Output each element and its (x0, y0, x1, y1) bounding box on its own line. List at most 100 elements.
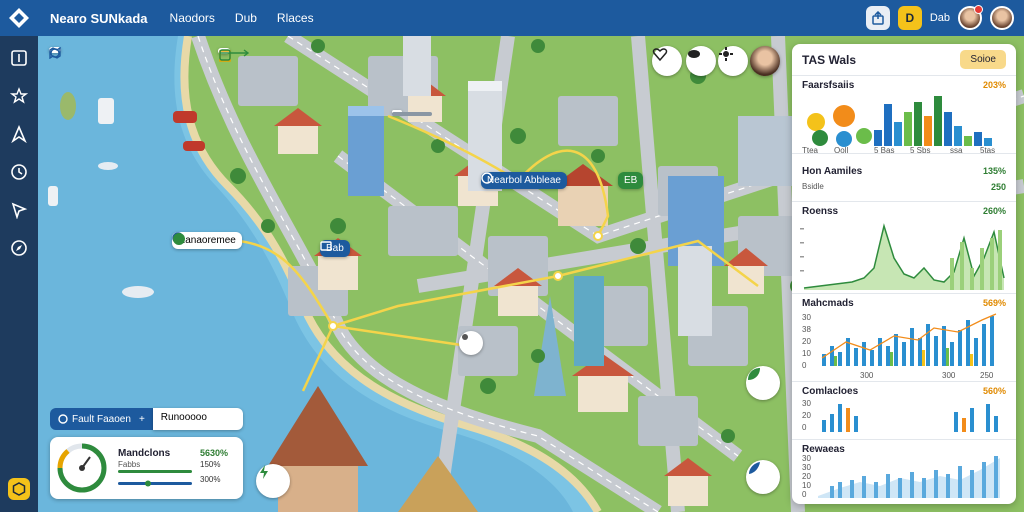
locate-button[interactable] (746, 366, 780, 400)
share-button[interactable] (865, 6, 890, 30)
bubble-mark (807, 113, 825, 131)
sidebar-item-routes[interactable] (6, 122, 32, 146)
bar-mark (910, 472, 914, 498)
section-mahcmads: Mahcmads 569% 30 38 20 10 0 300 300 250 (792, 294, 1016, 382)
bar-mark (946, 348, 949, 366)
bar-mark (934, 470, 938, 498)
flower-icon (462, 334, 468, 340)
bar-mark (878, 338, 882, 366)
section-title: Roenss (802, 206, 839, 217)
layers-button[interactable] (686, 46, 716, 76)
tick-label: 10 (802, 349, 811, 358)
bar-mark (950, 258, 954, 290)
poi-marker[interactable] (459, 331, 483, 355)
sidebar-item-history[interactable] (6, 160, 32, 184)
tick-label: 30 (802, 463, 811, 472)
tick-label: 30 (802, 399, 811, 408)
star-icon (10, 87, 28, 104)
bar-mark (854, 416, 858, 432)
bar-mark (944, 112, 952, 146)
map-mini-label[interactable] (392, 110, 432, 116)
small-badge-text: EB (624, 175, 638, 186)
bar-mark (886, 346, 890, 366)
navigate-button[interactable] (746, 460, 780, 494)
location-label-text: Ranaoremee (178, 235, 236, 246)
bubble-mark (812, 130, 828, 146)
transit-button[interactable] (256, 464, 290, 498)
settings-icon (719, 47, 733, 61)
section-comlacloes: Comlacloes 560% 30 20 0 (792, 382, 1016, 440)
bar-mark (902, 342, 906, 366)
top-bar: Nearo SUNkada Naodors Dub Rlaces D Dab (0, 0, 1024, 36)
top-nav: Naodors Dub Rlaces (170, 11, 314, 25)
tick-label: 0 (802, 490, 807, 499)
section-sub-value: 250 (990, 182, 1006, 192)
nav-item[interactable]: Dub (235, 11, 257, 25)
nav-item[interactable]: Rlaces (277, 11, 314, 25)
bar-mark (964, 136, 972, 146)
bar-mark (980, 248, 984, 290)
bar-mark (970, 470, 974, 498)
small-badge[interactable]: EB (618, 172, 644, 189)
app-title: Nearo SUNkada (50, 10, 148, 26)
avatar[interactable] (750, 46, 780, 76)
avatar[interactable] (958, 5, 983, 30)
widget-value: 5630% (200, 448, 229, 458)
clock-icon (11, 164, 27, 180)
map-mode-toggle[interactable] (49, 47, 61, 59)
section-chart: 30 20 0 (802, 399, 998, 432)
hexagon-icon (12, 482, 26, 496)
sidebar-settings-button[interactable] (8, 478, 30, 500)
badge-label: D (905, 11, 915, 25)
sidebar-item-explore[interactable] (6, 84, 32, 108)
bar-mark (838, 352, 842, 366)
distance-icon (220, 49, 250, 57)
sidebar-item-layers[interactable] (6, 46, 32, 70)
location-label-left[interactable]: Ranaoremee (172, 232, 242, 249)
widget-more[interactable]: Runooooo (152, 408, 243, 430)
bubble-mark (836, 131, 852, 147)
tick-label: 20 (802, 472, 811, 481)
app-logo[interactable] (0, 0, 38, 36)
bar-mark (862, 476, 866, 498)
bar-mark (950, 342, 954, 366)
tick-label: Ttea (802, 146, 819, 154)
bar-mark (884, 104, 892, 146)
bar-mark (994, 456, 998, 498)
bar-mark (838, 404, 842, 432)
bar-mark (862, 342, 866, 366)
cursor-icon (11, 202, 28, 219)
bar-mark (890, 352, 893, 366)
dashboard-badge[interactable]: D (897, 6, 922, 30)
widget-tag[interactable]: Fault Faaoen + (50, 408, 153, 430)
avatar[interactable] (990, 6, 1014, 30)
favorite-button[interactable] (652, 46, 682, 76)
location-label-mid[interactable]: Bab (320, 240, 350, 257)
bar-mark (874, 130, 882, 146)
tick-label: 250 (980, 371, 994, 380)
bubble-mark (856, 128, 872, 144)
user-label: Dab (929, 12, 950, 24)
bar-mark (942, 326, 946, 366)
bar-mark (914, 102, 922, 146)
tick-label: 0 (802, 361, 807, 370)
bar-mark (830, 486, 834, 498)
bottom-stats-widget: Mandclons 5630% Fabbs 150% 300% (50, 437, 243, 499)
bottom-widget-header: Fault Faaoen + Runooooo (50, 408, 243, 430)
sidebar-item-pointer[interactable] (6, 198, 32, 222)
section-title: Hon Aamiles (802, 166, 863, 177)
label-bar-icon (392, 112, 432, 116)
nav-item[interactable]: Naodors (170, 11, 215, 25)
bar-mark (898, 478, 902, 498)
map-tools[interactable] (218, 48, 250, 62)
bolt-icon (260, 465, 268, 479)
settings-button[interactable] (718, 46, 748, 76)
section-rewaeas: Rewaeas 30 30 20 10 0 (792, 440, 1016, 504)
tick-label: 38 (802, 325, 811, 334)
sidebar-item-compass[interactable] (6, 236, 32, 260)
tick-label: ssa (950, 146, 963, 154)
bar-mark (974, 338, 978, 366)
location-label-main[interactable]: Nearbol Abbleae (481, 172, 567, 189)
panel-action-button[interactable]: Soioe (960, 50, 1006, 69)
bar-mark (922, 478, 926, 498)
